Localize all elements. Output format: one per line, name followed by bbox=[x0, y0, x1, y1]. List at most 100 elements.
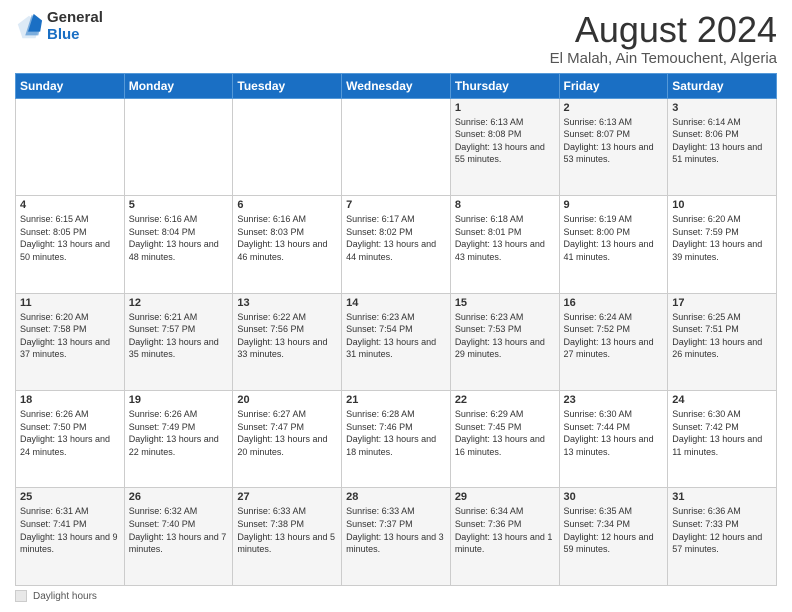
day-info: Sunrise: 6:32 AM Sunset: 7:40 PM Dayligh… bbox=[129, 505, 229, 555]
day-cell: 3 Sunrise: 6:14 AM Sunset: 8:06 PM Daylig… bbox=[668, 98, 777, 195]
day-info: Sunrise: 6:24 AM Sunset: 7:52 PM Dayligh… bbox=[564, 311, 664, 361]
day-info: Sunrise: 6:34 AM Sunset: 7:36 PM Dayligh… bbox=[455, 505, 555, 555]
day-info: Sunrise: 6:23 AM Sunset: 7:54 PM Dayligh… bbox=[346, 311, 446, 361]
day-info: Sunrise: 6:18 AM Sunset: 8:01 PM Dayligh… bbox=[455, 213, 555, 263]
day-number: 5 bbox=[129, 199, 229, 211]
logo-text: General Blue bbox=[47, 10, 103, 43]
day-info: Sunrise: 6:25 AM Sunset: 7:51 PM Dayligh… bbox=[672, 311, 772, 361]
day-info: Sunrise: 6:16 AM Sunset: 8:03 PM Dayligh… bbox=[237, 213, 337, 263]
day-info: Sunrise: 6:20 AM Sunset: 7:59 PM Dayligh… bbox=[672, 213, 772, 263]
day-cell: 17 Sunrise: 6:25 AM Sunset: 7:51 PM Dayli… bbox=[668, 293, 777, 390]
day-number: 20 bbox=[237, 394, 337, 406]
logo-icon bbox=[15, 13, 43, 41]
day-info: Sunrise: 6:30 AM Sunset: 7:42 PM Dayligh… bbox=[672, 408, 772, 458]
logo-blue: Blue bbox=[47, 26, 80, 43]
day-number: 27 bbox=[237, 491, 337, 503]
day-info: Sunrise: 6:13 AM Sunset: 8:08 PM Dayligh… bbox=[455, 116, 555, 166]
day-cell: 29 Sunrise: 6:34 AM Sunset: 7:36 PM Dayli… bbox=[450, 488, 559, 586]
daylight-box bbox=[15, 590, 27, 602]
calendar-header-row: SundayMondayTuesdayWednesdayThursdayFrid… bbox=[16, 73, 777, 98]
day-info: Sunrise: 6:21 AM Sunset: 7:57 PM Dayligh… bbox=[129, 311, 229, 361]
day-cell: 23Sunrise: 6:30 AM Sunset: 7:44 PM Dayli… bbox=[559, 391, 668, 488]
day-cell: 28Sunrise: 6:33 AM Sunset: 7:37 PM Dayli… bbox=[342, 488, 451, 586]
day-number: 8 bbox=[455, 199, 555, 211]
day-info: Sunrise: 6:23 AM Sunset: 7:53 PM Dayligh… bbox=[455, 311, 555, 361]
col-header-monday: Monday bbox=[124, 73, 233, 98]
day-info: Sunrise: 6:27 AM Sunset: 7:47 PM Dayligh… bbox=[237, 408, 337, 458]
day-cell: 21 Sunrise: 6:28 AM Sunset: 7:46 PM Dayli… bbox=[342, 391, 451, 488]
day-number: 21 bbox=[346, 394, 446, 406]
page: General Blue August 2024 El Malah, Ain T… bbox=[0, 0, 792, 612]
day-cell: 24 Sunrise: 6:30 AM Sunset: 7:42 PM Dayli… bbox=[668, 391, 777, 488]
day-cell: 8 Sunrise: 6:18 AM Sunset: 8:01 PM Daylig… bbox=[450, 196, 559, 293]
day-cell: 12 Sunrise: 6:21 AM Sunset: 7:57 PM Dayli… bbox=[124, 293, 233, 390]
day-number: 9 bbox=[564, 199, 664, 211]
day-number: 17 bbox=[672, 297, 772, 309]
day-info: Sunrise: 6:29 AM Sunset: 7:45 PM Dayligh… bbox=[455, 408, 555, 458]
day-info: Sunrise: 6:16 AM Sunset: 8:04 PM Dayligh… bbox=[129, 213, 229, 263]
day-number: 30 bbox=[564, 491, 664, 503]
day-number: 7 bbox=[346, 199, 446, 211]
day-number: 13 bbox=[237, 297, 337, 309]
day-cell bbox=[124, 98, 233, 195]
day-number: 18 bbox=[20, 394, 120, 406]
day-info: Sunrise: 6:14 AM Sunset: 8:06 PM Dayligh… bbox=[672, 116, 772, 166]
day-cell: 13Sunrise: 6:22 AM Sunset: 7:56 PM Dayli… bbox=[233, 293, 342, 390]
day-info: Sunrise: 6:26 AM Sunset: 7:49 PM Dayligh… bbox=[129, 408, 229, 458]
day-cell: 2 Sunrise: 6:13 AM Sunset: 8:07 PM Daylig… bbox=[559, 98, 668, 195]
day-number: 22 bbox=[455, 394, 555, 406]
col-header-friday: Friday bbox=[559, 73, 668, 98]
day-number: 12 bbox=[129, 297, 229, 309]
day-number: 24 bbox=[672, 394, 772, 406]
day-number: 4 bbox=[20, 199, 120, 211]
day-cell: 11 Sunrise: 6:20 AM Sunset: 7:58 PM Dayli… bbox=[16, 293, 125, 390]
day-info: Sunrise: 6:17 AM Sunset: 8:02 PM Dayligh… bbox=[346, 213, 446, 263]
week-row-1: 1 Sunrise: 6:13 AM Sunset: 8:08 PM Daylig… bbox=[16, 98, 777, 195]
day-cell: 26 Sunrise: 6:32 AM Sunset: 7:40 PM Dayli… bbox=[124, 488, 233, 586]
day-cell: 30 Sunrise: 6:35 AM Sunset: 7:34 PM Dayli… bbox=[559, 488, 668, 586]
day-info: Sunrise: 6:36 AM Sunset: 7:33 PM Dayligh… bbox=[672, 505, 772, 555]
day-info: Sunrise: 6:28 AM Sunset: 7:46 PM Dayligh… bbox=[346, 408, 446, 458]
day-info: Sunrise: 6:20 AM Sunset: 7:58 PM Dayligh… bbox=[20, 311, 120, 361]
day-cell: 16Sunrise: 6:24 AM Sunset: 7:52 PM Dayli… bbox=[559, 293, 668, 390]
logo-general: General bbox=[47, 9, 103, 26]
day-cell: 4 Sunrise: 6:15 AM Sunset: 8:05 PM Daylig… bbox=[16, 196, 125, 293]
day-number: 6 bbox=[237, 199, 337, 211]
day-cell: 1 Sunrise: 6:13 AM Sunset: 8:08 PM Daylig… bbox=[450, 98, 559, 195]
subtitle: El Malah, Ain Temouchent, Algeria bbox=[550, 50, 777, 67]
day-number: 29 bbox=[455, 491, 555, 503]
day-cell: 7 Sunrise: 6:17 AM Sunset: 8:02 PM Daylig… bbox=[342, 196, 451, 293]
week-row-2: 4 Sunrise: 6:15 AM Sunset: 8:05 PM Daylig… bbox=[16, 196, 777, 293]
day-number: 26 bbox=[129, 491, 229, 503]
col-header-saturday: Saturday bbox=[668, 73, 777, 98]
day-cell: 6 Sunrise: 6:16 AM Sunset: 8:03 PM Daylig… bbox=[233, 196, 342, 293]
day-cell: 20 Sunrise: 6:27 AM Sunset: 7:47 PM Dayli… bbox=[233, 391, 342, 488]
day-info: Sunrise: 6:15 AM Sunset: 8:05 PM Dayligh… bbox=[20, 213, 120, 263]
day-number: 1 bbox=[455, 102, 555, 114]
day-number: 3 bbox=[672, 102, 772, 114]
week-row-4: 18Sunrise: 6:26 AM Sunset: 7:50 PM Dayli… bbox=[16, 391, 777, 488]
col-header-thursday: Thursday bbox=[450, 73, 559, 98]
day-number: 11 bbox=[20, 297, 120, 309]
day-number: 14 bbox=[346, 297, 446, 309]
calendar-table: SundayMondayTuesdayWednesdayThursdayFrid… bbox=[15, 73, 777, 586]
day-cell: 9Sunrise: 6:19 AM Sunset: 8:00 PM Daylig… bbox=[559, 196, 668, 293]
day-cell bbox=[342, 98, 451, 195]
day-cell: 22 Sunrise: 6:29 AM Sunset: 7:45 PM Dayli… bbox=[450, 391, 559, 488]
day-cell bbox=[233, 98, 342, 195]
day-cell: 19Sunrise: 6:26 AM Sunset: 7:49 PM Dayli… bbox=[124, 391, 233, 488]
day-cell: 31Sunrise: 6:36 AM Sunset: 7:33 PM Dayli… bbox=[668, 488, 777, 586]
main-title: August 2024 bbox=[550, 10, 777, 50]
day-cell: 27 Sunrise: 6:33 AM Sunset: 7:38 PM Dayli… bbox=[233, 488, 342, 586]
day-cell: 14 Sunrise: 6:23 AM Sunset: 7:54 PM Dayli… bbox=[342, 293, 451, 390]
day-number: 10 bbox=[672, 199, 772, 211]
day-number: 2 bbox=[564, 102, 664, 114]
day-info: Sunrise: 6:33 AM Sunset: 7:37 PM Dayligh… bbox=[346, 505, 446, 555]
col-header-tuesday: Tuesday bbox=[233, 73, 342, 98]
day-info: Sunrise: 6:33 AM Sunset: 7:38 PM Dayligh… bbox=[237, 505, 337, 555]
day-info: Sunrise: 6:13 AM Sunset: 8:07 PM Dayligh… bbox=[564, 116, 664, 166]
day-cell: 25Sunrise: 6:31 AM Sunset: 7:41 PM Dayli… bbox=[16, 488, 125, 586]
logo: General Blue bbox=[15, 10, 103, 43]
day-cell: 5 Sunrise: 6:16 AM Sunset: 8:04 PM Daylig… bbox=[124, 196, 233, 293]
day-info: Sunrise: 6:35 AM Sunset: 7:34 PM Dayligh… bbox=[564, 505, 664, 555]
